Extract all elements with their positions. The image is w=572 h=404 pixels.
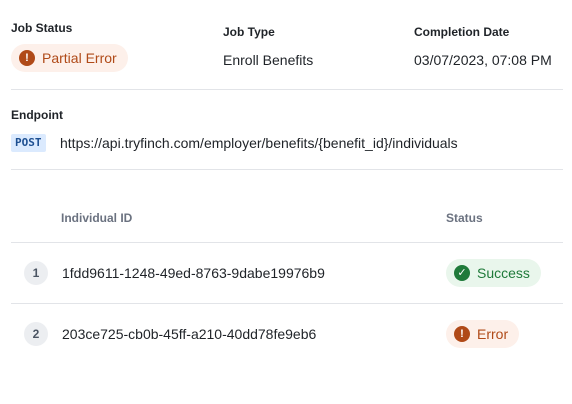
status-value: Success [477, 265, 530, 281]
divider [11, 242, 563, 243]
job-type-value: Enroll Benefits [223, 52, 314, 68]
individual-id: 1fdd9611-1248-49ed-8763-9dabe19976b9 [62, 265, 325, 281]
divider [11, 169, 563, 170]
divider [11, 303, 563, 304]
completion-date-label: Completion Date [414, 25, 510, 39]
endpoint-url: https://api.tryfinch.com/employer/benefi… [60, 135, 458, 151]
status-badge: ✓ Success [446, 259, 541, 287]
completion-date-value: 03/07/2023, 07:08 PM [414, 52, 552, 68]
alert-circle-icon: ! [454, 326, 470, 342]
job-type-label: Job Type [223, 25, 275, 39]
row-index: 1 [24, 261, 48, 285]
alert-circle-icon: ! [19, 50, 35, 66]
individual-id: 203ce725-cb0b-45ff-a210-40dd78fe9eb6 [62, 326, 317, 342]
endpoint-label: Endpoint [11, 108, 63, 122]
status-value: Error [477, 326, 509, 342]
job-status-badge: ! Partial Error [11, 44, 128, 72]
divider [11, 89, 563, 90]
job-details-panel: Job Status ! Partial Error Job Type Enro… [0, 0, 572, 404]
job-status-value: Partial Error [42, 50, 117, 66]
job-status-label: Job Status [11, 21, 73, 35]
column-header-status: Status [446, 211, 483, 225]
row-index: 2 [24, 322, 48, 346]
status-badge: ! Error [446, 320, 520, 348]
column-header-individual-id: Individual ID [61, 211, 133, 225]
http-method-badge: POST [11, 134, 46, 152]
check-circle-icon: ✓ [454, 265, 470, 281]
